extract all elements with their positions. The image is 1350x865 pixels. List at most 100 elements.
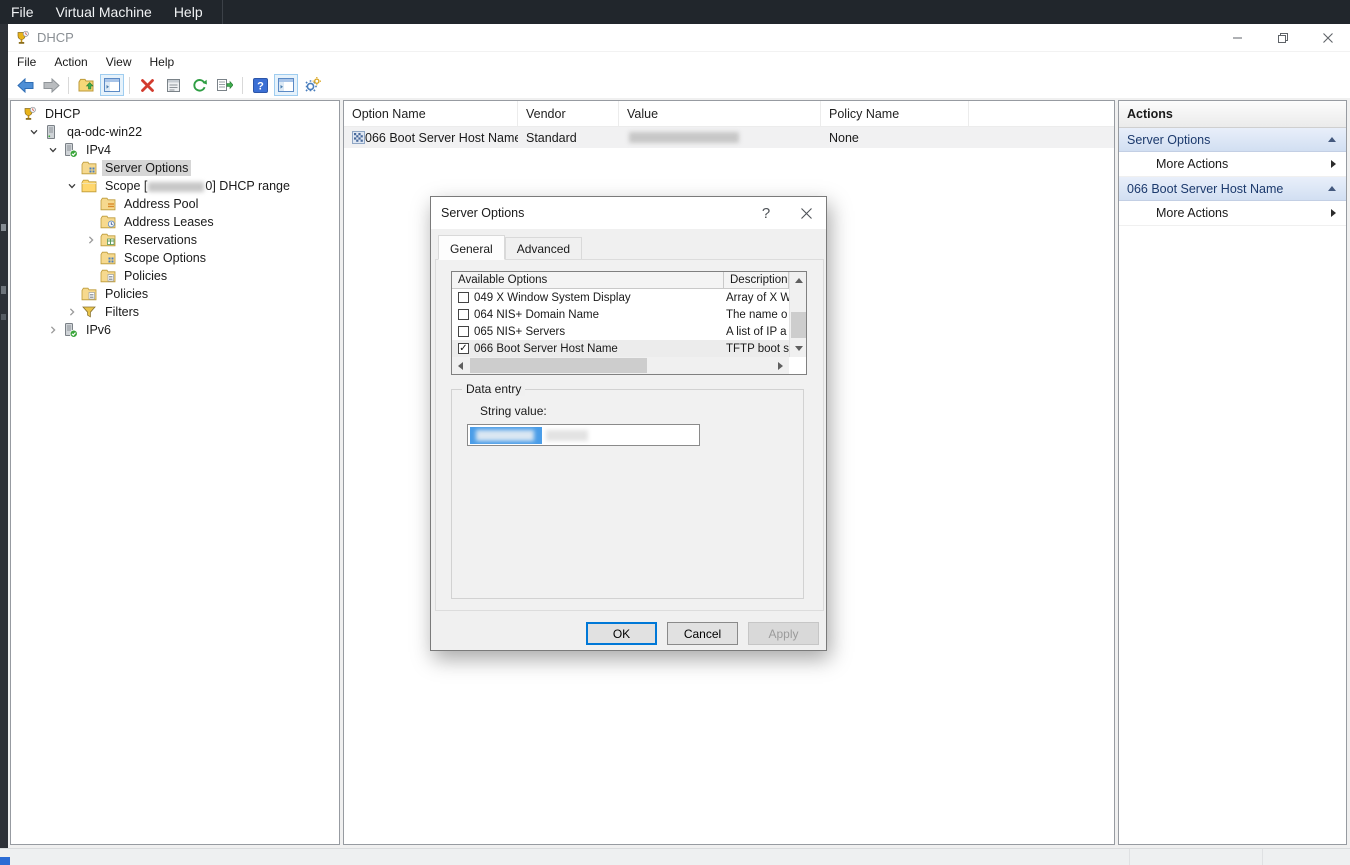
available-option-row[interactable]: 064 NIS+ Domain NameThe name o [452, 306, 789, 323]
scroll-right-button[interactable] [772, 357, 789, 374]
tree-item-ipv4[interactable]: IPv4 [44, 141, 339, 159]
available-option-name: ✓066 Boot Server Host Name [452, 343, 724, 355]
folder-options-icon [100, 250, 116, 266]
option-checkbox[interactable] [458, 326, 469, 337]
show-console-tree-button[interactable] [100, 74, 124, 96]
tree-item-policies[interactable]: Policies [82, 267, 339, 285]
apply-button[interactable]: Apply [748, 622, 819, 645]
option-checkbox[interactable]: ✓ [458, 343, 469, 354]
tree-item-policies[interactable]: Policies [63, 285, 339, 303]
results-rows: 066 Boot Server Host NameStandardNone [344, 127, 1114, 148]
horizontal-scrollbar[interactable] [452, 357, 789, 374]
vm-menu-file[interactable]: File [0, 0, 45, 24]
help-button[interactable]: ? [248, 74, 272, 96]
available-options-column-header[interactable]: Available Options [452, 272, 724, 289]
show-action-pane-button[interactable] [274, 74, 298, 96]
column-header-vendor[interactable]: Vendor [518, 101, 619, 126]
redacted-string-value [476, 430, 534, 441]
gears-icon [304, 77, 321, 93]
status-separator [1262, 849, 1263, 865]
policies-icon [100, 268, 116, 284]
toolbar-separator [129, 77, 130, 94]
column-header-option-name[interactable]: Option Name [344, 101, 518, 126]
option-checkbox[interactable] [458, 292, 469, 303]
string-value-input[interactable] [467, 424, 700, 446]
tree-item-server-options[interactable]: Server Options [63, 159, 339, 177]
tree-expander-closed[interactable] [82, 231, 100, 249]
refresh-button[interactable] [187, 74, 211, 96]
actions-pane-title: Actions [1119, 101, 1346, 128]
menu-help[interactable]: Help [141, 52, 184, 72]
scroll-left-button[interactable] [452, 357, 469, 374]
up-one-level-button[interactable] [74, 74, 98, 96]
back-arrow-icon [17, 78, 34, 93]
action-item-more-actions[interactable]: More Actions [1119, 201, 1346, 226]
tree-expander-open[interactable] [44, 141, 62, 159]
available-option-description: Array of X W [724, 292, 789, 304]
dialog-close-button[interactable] [786, 197, 826, 229]
up-one-level-icon [78, 77, 94, 93]
filters-icon [81, 304, 97, 320]
dhcp-app-icon [14, 30, 30, 46]
tree-expander-closed[interactable] [63, 303, 81, 321]
actions-section-066-boot-server-host-name[interactable]: 066 Boot Server Host Name [1119, 177, 1346, 201]
minimize-button[interactable] [1215, 24, 1260, 52]
mmc-menubar: FileActionViewHelp [8, 52, 1350, 72]
export-list-button[interactable] [213, 74, 237, 96]
tab-advanced[interactable]: Advanced [505, 237, 582, 260]
close-button[interactable] [1305, 24, 1350, 52]
available-option-row[interactable]: 049 X Window System DisplayArray of X W [452, 289, 789, 306]
console-window-icon [104, 78, 120, 92]
tree-item-ipv6[interactable]: IPv6 [44, 321, 339, 339]
tree-item-dhcp[interactable]: DHCP [21, 105, 339, 123]
delete-button[interactable] [135, 74, 159, 96]
dialog-help-button[interactable]: ? [746, 197, 786, 229]
vm-menu-help[interactable]: Help [163, 0, 214, 24]
data-entry-groupbox: Data entry String value: [451, 389, 804, 599]
tree-item-scope-options[interactable]: Scope Options [82, 249, 339, 267]
tree-item-address-pool[interactable]: Address Pool [82, 195, 339, 213]
vm-menu-virtual-machine[interactable]: Virtual Machine [45, 0, 163, 24]
back-button[interactable] [13, 74, 37, 96]
tree-item-label: Filters [102, 304, 142, 320]
actions-section-server-options[interactable]: Server Options [1119, 128, 1346, 152]
tree-item-qa-odc-win22[interactable]: qa-odc-win22 [25, 123, 339, 141]
tree-item-label: Server Options [102, 160, 191, 176]
tree-item-filters[interactable]: Filters [63, 303, 339, 321]
available-option-row[interactable]: ✓066 Boot Server Host NameTFTP boot s [452, 340, 789, 357]
available-option-row[interactable]: 065 NIS+ ServersA list of IP a [452, 323, 789, 340]
refresh-icon [192, 78, 207, 93]
action-item-more-actions[interactable]: More Actions [1119, 152, 1346, 177]
scroll-down-button[interactable] [790, 340, 807, 357]
properties-button[interactable] [161, 74, 185, 96]
restore-button[interactable] [1260, 24, 1305, 52]
scroll-up-button[interactable] [790, 272, 807, 289]
option-checkbox[interactable] [458, 309, 469, 320]
vm-menubar-separator [222, 0, 223, 24]
services-button[interactable] [300, 74, 324, 96]
column-header-policy-name[interactable]: Policy Name [821, 101, 969, 126]
vertical-scrollbar[interactable] [789, 272, 806, 357]
tree-expander-open[interactable] [63, 177, 81, 195]
tree-expander-closed[interactable] [44, 321, 62, 339]
menu-view[interactable]: View [97, 52, 141, 72]
menu-file[interactable]: File [8, 52, 45, 72]
tree-item-reservations[interactable]: Reservations [82, 231, 339, 249]
dhcp-trophy-icon [21, 106, 37, 122]
tree-item-scope[interactable]: Scope [0] DHCP range [63, 177, 339, 195]
tree-expander-open[interactable] [25, 123, 43, 141]
vertical-scrollbar-thumb[interactable] [791, 312, 806, 338]
server-options-dialog: Server Options ? GeneralAdvanced Availab… [430, 196, 827, 651]
option-row[interactable]: 066 Boot Server Host NameStandardNone [344, 127, 1114, 148]
console-tree: DHCPqa-odc-win22IPv4Server OptionsScope … [11, 101, 339, 339]
horizontal-scrollbar-thumb[interactable] [470, 358, 647, 373]
tab-general[interactable]: General [438, 235, 505, 260]
cancel-button[interactable]: Cancel [667, 622, 738, 645]
window-controls [1215, 24, 1350, 52]
tree-item-address-leases[interactable]: Address Leases [82, 213, 339, 231]
menu-action[interactable]: Action [45, 52, 96, 72]
ok-button[interactable]: OK [586, 622, 657, 645]
column-header-value[interactable]: Value [619, 101, 821, 126]
description-column-header[interactable]: Description [724, 272, 789, 289]
forward-button[interactable] [39, 74, 63, 96]
